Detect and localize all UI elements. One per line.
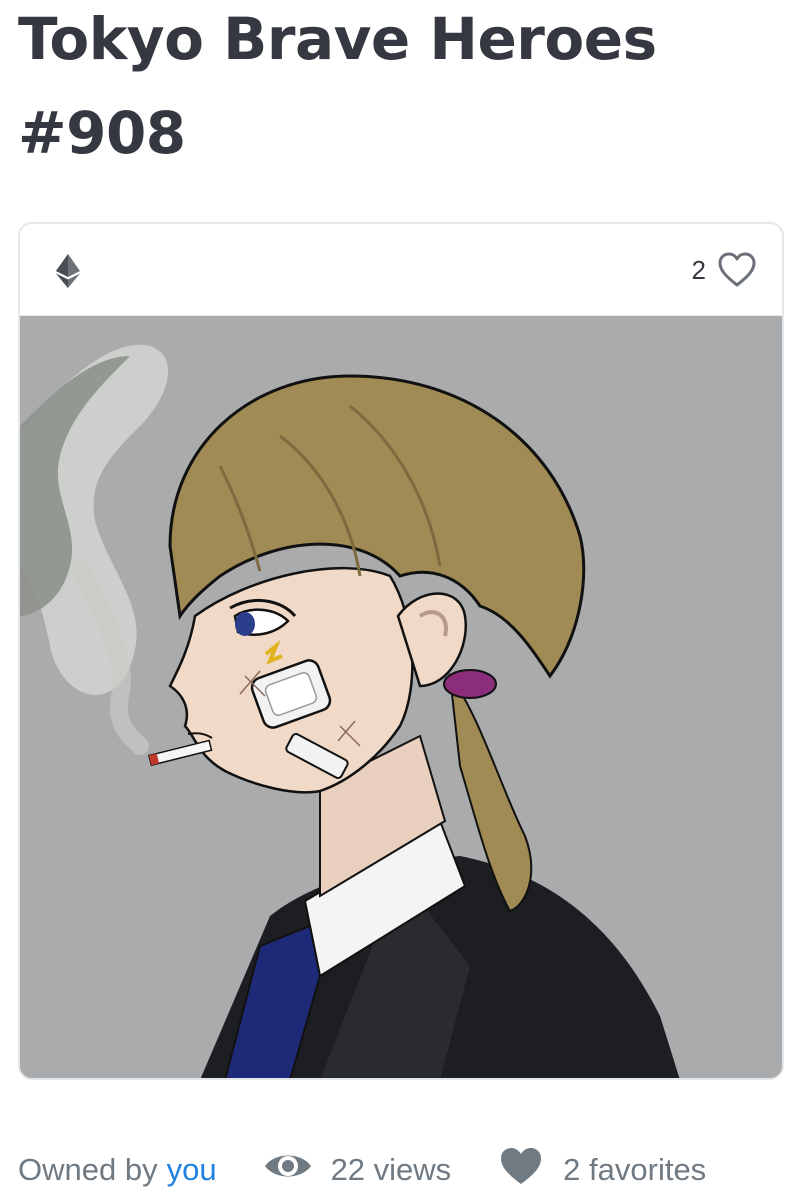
favorites-info: 2 favorites — [499, 1146, 706, 1194]
heart-outline-icon[interactable] — [718, 252, 756, 288]
ethereum-icon — [56, 254, 80, 288]
views-info: 22 views — [263, 1149, 452, 1191]
owned-by-label: Owned by — [18, 1152, 158, 1187]
favorites-count: 2 favorites — [563, 1152, 707, 1187]
nft-card: 2 — [18, 222, 784, 1080]
item-meta: Owned by you 22 views 2 favorites — [18, 1142, 798, 1198]
eye-icon — [263, 1149, 331, 1191]
favorite-toggle[interactable]: 2 — [692, 252, 756, 288]
favorite-count: 2 — [691, 254, 706, 285]
nft-artwork[interactable] — [20, 316, 782, 1078]
heart-icon — [499, 1146, 563, 1194]
item-title: Tokyo Brave Heroes #908 — [18, 5, 657, 167]
owner-info: Owned by you — [18, 1152, 217, 1188]
views-count: 22 views — [330, 1152, 452, 1187]
owner-link[interactable]: you — [167, 1152, 217, 1188]
card-header: 2 — [20, 224, 782, 316]
